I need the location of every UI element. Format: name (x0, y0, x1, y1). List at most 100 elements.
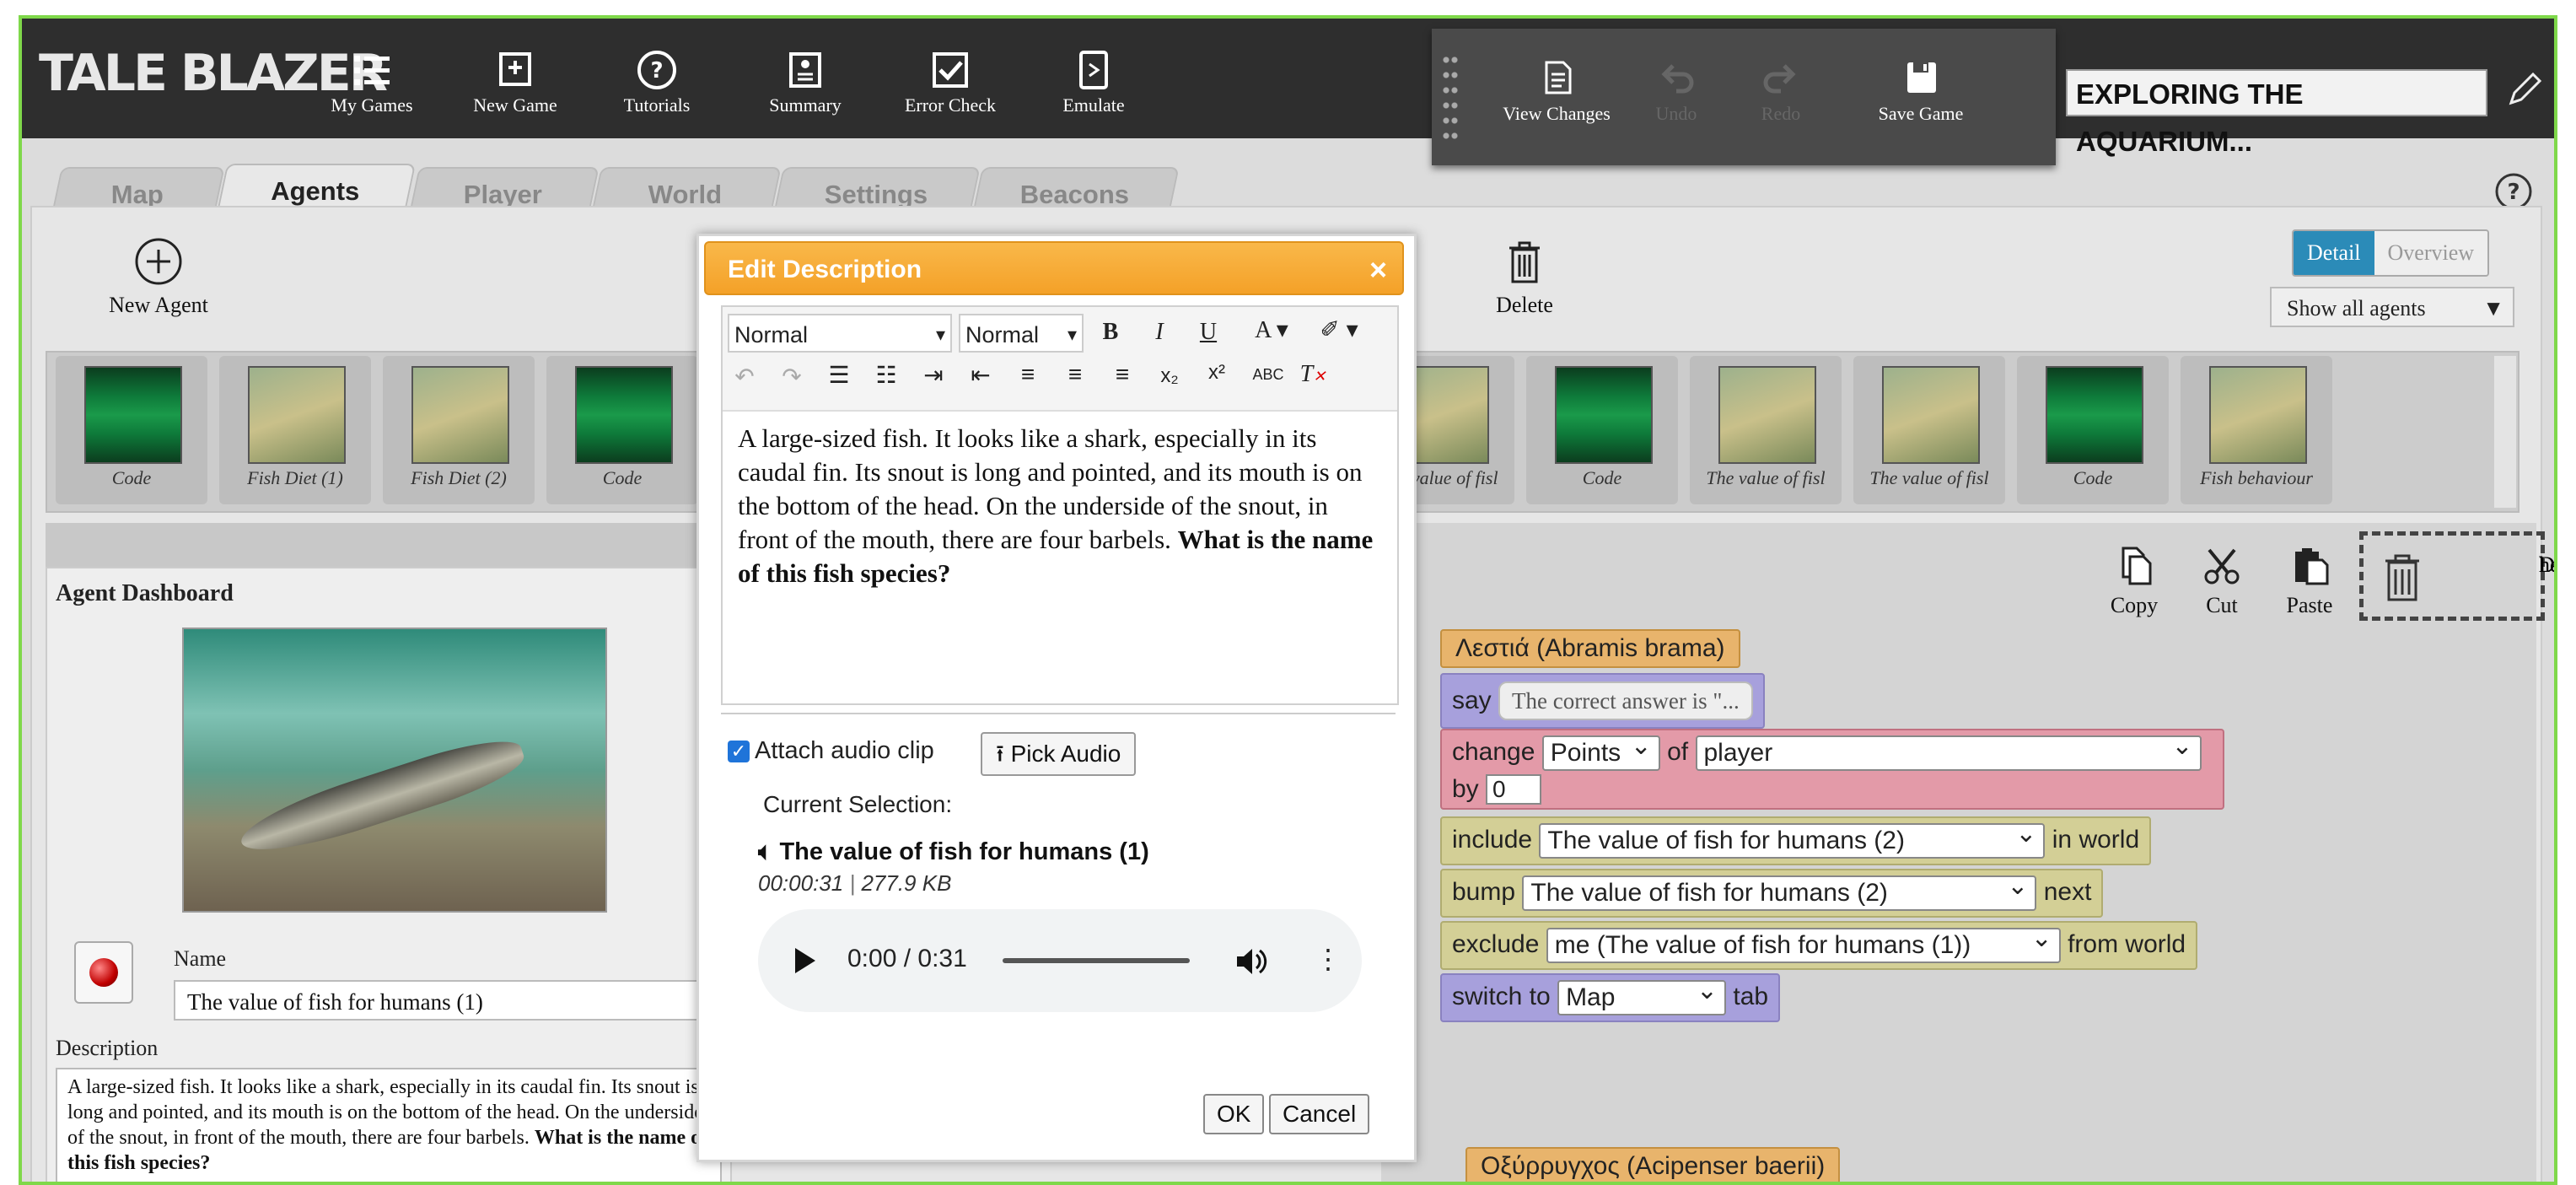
drag-handle-icon[interactable] (1442, 52, 1459, 145)
superscript-icon[interactable]: x² (1200, 361, 1234, 385)
switch-tab-select[interactable]: Map (1557, 975, 1727, 1015)
paste-button[interactable]: Paste (2272, 545, 2347, 618)
font-size-select[interactable]: Normal (959, 314, 1084, 354)
agent-name-field[interactable]: The value of fish for humans (1) (174, 980, 713, 1021)
ok-button[interactable]: OK (1203, 1094, 1265, 1134)
editor-content[interactable]: A large-sized fish. It looks like a shar… (738, 422, 1382, 590)
volume-icon[interactable] (1234, 945, 1267, 978)
pencil-icon[interactable] (2503, 69, 2545, 111)
highlight-icon[interactable]: ✐ ▾ (1310, 315, 1369, 343)
align-center-icon[interactable]: ≡ (1058, 361, 1092, 388)
redo-icon[interactable]: ↷ (775, 363, 809, 391)
close-icon[interactable]: × (1369, 243, 1387, 297)
cut-button[interactable]: Cut (2184, 545, 2260, 618)
agent-card-label: Code (1582, 467, 1622, 488)
align-left-icon[interactable]: ≡ (1011, 361, 1045, 388)
agent-card[interactable]: The value of fisl (1853, 356, 2005, 504)
change-attribute-select[interactable]: Points (1541, 730, 1660, 771)
redo-label: Redo (1761, 103, 1801, 124)
switch-tab-block[interactable]: switch to Map tab (1440, 973, 1781, 1022)
my-games-button[interactable]: My Games (309, 49, 435, 116)
text-color-icon[interactable]: A ▾ (1242, 315, 1301, 344)
bump-block[interactable]: bump The value of fish for humans (2) ne… (1440, 869, 2104, 918)
phone-icon (1079, 51, 1108, 89)
edit-description-dialog: Edit Description × Normal Normal B I U A… (696, 234, 1417, 1162)
game-title-field[interactable]: EXPLORING THE AQUARIUM... (2066, 69, 2487, 157)
undo-button[interactable]: Undo (1634, 57, 1718, 125)
agent-card[interactable]: Fish Diet (1) (219, 356, 371, 504)
align-right-icon[interactable]: ≡ (1105, 361, 1139, 388)
top-bar: TALE BLAZER My Games New Game ? Tutorial… (22, 19, 2554, 157)
agent-card[interactable]: Code (1526, 356, 1678, 504)
bullet-list-icon[interactable]: ☰ (822, 361, 856, 389)
tutorials-button[interactable]: ? Tutorials (594, 49, 720, 116)
play-icon[interactable] (792, 946, 817, 975)
by-value-field[interactable]: 0 (1486, 774, 1542, 805)
summary-button[interactable]: Summary (742, 49, 869, 116)
emulate-label: Emulate (1062, 94, 1125, 116)
agent-card[interactable]: Code (56, 356, 207, 504)
format-select[interactable]: Normal (728, 314, 952, 354)
undo-label: Undo (1655, 103, 1697, 124)
agent-thumbnail (575, 366, 673, 464)
name-label: Name (174, 946, 227, 971)
new-agent-button[interactable]: New Agent (99, 236, 218, 318)
red-dot-icon (89, 958, 118, 987)
clear-formatting-icon[interactable]: T✕ (1296, 361, 1330, 388)
save-game-button[interactable]: Save Game (1853, 57, 1988, 125)
show-all-agents-select[interactable]: Show all agents ▼ (2270, 287, 2514, 327)
audio-player: 0:00 / 0:31 ⋮ (758, 909, 1362, 1012)
agent-image[interactable] (182, 628, 607, 913)
subscript-icon[interactable]: x₂ (1153, 364, 1186, 388)
say-text-field[interactable]: The correct answer is "... (1498, 681, 1753, 720)
change-target-select[interactable]: player (1695, 730, 2202, 771)
drag-here-trash[interactable]: Draghere (2359, 531, 2554, 621)
agent-card[interactable]: Code (2017, 356, 2169, 504)
bump-select[interactable]: The value of fish for humans (2) (1522, 870, 2037, 911)
view-changes-button[interactable]: View Changes (1489, 57, 1624, 125)
agent-thumbnail (1555, 366, 1653, 464)
bold-icon[interactable]: B (1094, 319, 1127, 346)
agent-card[interactable]: Fish behaviour (2181, 356, 2332, 504)
indent-icon[interactable]: ⇥ (917, 361, 950, 389)
new-game-button[interactable]: New Game (452, 49, 578, 116)
error-check-button[interactable]: Error Check (887, 49, 1014, 116)
attach-audio-checkbox[interactable]: ✓ Attach audio clip (728, 737, 934, 765)
dialog-title: Edit Description (728, 256, 922, 283)
description-preview[interactable]: A large-sized fish. It looks like a shar… (56, 1068, 722, 1182)
redo-icon (1763, 64, 1796, 94)
more-options-icon[interactable]: ⋮ (1315, 943, 1342, 975)
audio-progress-bar[interactable] (1003, 958, 1190, 963)
outdent-icon[interactable]: ⇤ (964, 361, 998, 389)
detail-view-button[interactable]: Detail (2294, 231, 2374, 275)
copy-icon (2122, 547, 2152, 585)
agent-event-block[interactable]: Λεστιά (Abramis brama) (1440, 629, 1740, 668)
include-select[interactable]: The value of fish for humans (2) (1539, 818, 2046, 859)
undo-icon[interactable]: ↶ (728, 363, 761, 391)
redo-button[interactable]: Redo (1739, 57, 1823, 125)
include-block[interactable]: include The value of fish for humans (2)… (1440, 816, 2152, 865)
cancel-button[interactable]: Cancel (1269, 1094, 1370, 1134)
agent-color-button[interactable] (74, 941, 133, 1004)
agent-card[interactable]: The value of fisl (1690, 356, 1842, 504)
spellcheck-icon[interactable]: ABC (1247, 366, 1289, 384)
agent-card-label: Code (602, 467, 643, 488)
say-block[interactable]: say The correct answer is "... (1440, 673, 1765, 729)
change-block[interactable]: change Points of player by 0 (1440, 729, 2224, 810)
delete-agent-button[interactable]: Delete (1465, 236, 1584, 318)
copy-button[interactable]: Copy (2096, 545, 2172, 618)
agent-dashboard: Agent Dashboard Name The value of fish f… (46, 567, 732, 1182)
strip-scrollbar[interactable] (2494, 356, 2516, 508)
emulate-button[interactable]: Emulate (1030, 49, 1157, 116)
exclude-select[interactable]: me (The value of fish for humans (1)) (1546, 923, 2061, 963)
overview-view-button[interactable]: Overview (2374, 231, 2488, 275)
exclude-block[interactable]: exclude me (The value of fish for humans… (1440, 921, 2198, 970)
pick-audio-button[interactable]: ⭱ Pick Audio (981, 732, 1137, 776)
italic-icon[interactable]: I (1143, 319, 1176, 346)
underline-icon[interactable]: U (1191, 319, 1225, 346)
save-game-label: Save Game (1878, 103, 1964, 124)
agent-card[interactable]: Fish Diet (2) (383, 356, 535, 504)
agent-card[interactable]: Code (546, 356, 698, 504)
numbered-list-icon[interactable]: ☷ (869, 361, 903, 389)
agent-event-block-2[interactable]: Οξύρρυγχος (Acipenser baerii) (1465, 1147, 1841, 1182)
